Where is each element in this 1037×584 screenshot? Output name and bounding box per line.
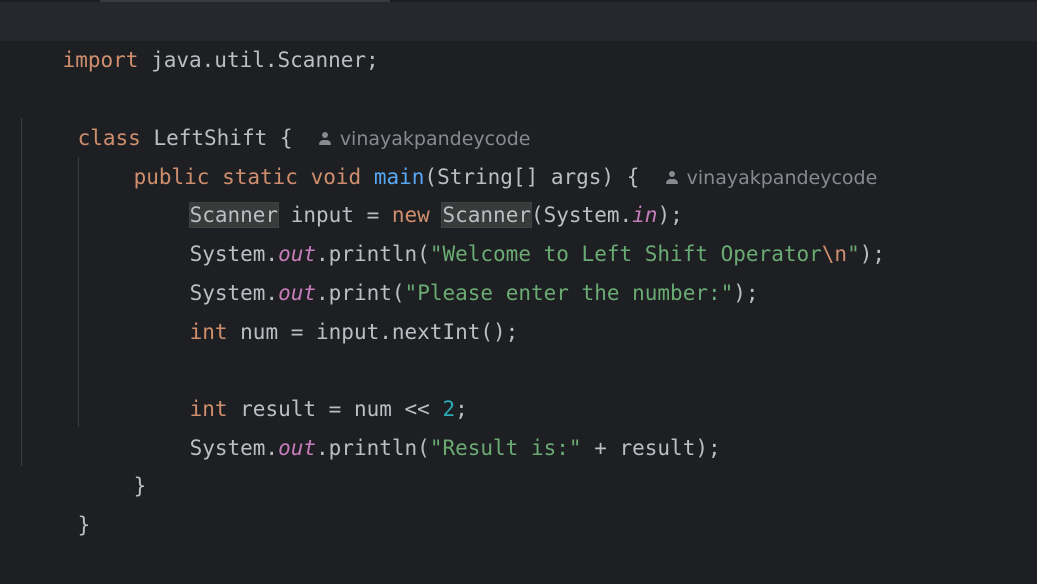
code-line-1[interactable]: import java.util.Scanner; [0, 2, 1037, 72]
code-line-13[interactable]: } [27, 467, 91, 537]
code-editor[interactable]: import java.util.Scanner; class LeftShif… [0, 0, 1037, 537]
code-line-3[interactable]: class LeftShift { vinayakpandeycode [27, 80, 531, 150]
closing-brace: } [77, 513, 91, 537]
closing-brace: } [133, 474, 147, 498]
author-inlay-method[interactable]: vinayakpandeycode [665, 159, 878, 198]
escape-sequence: \n [821, 242, 848, 266]
keyword-import: import [62, 48, 139, 72]
field-out: out [278, 436, 317, 460]
string-close: " [847, 242, 860, 266]
statement-end: + result); [581, 436, 721, 460]
statement-end: ); [859, 242, 886, 266]
code-line-8[interactable]: int num = input.nextInt(); [139, 274, 519, 344]
code-line-4[interactable]: public static void main(String[] args) {… [83, 119, 878, 189]
code-line-10[interactable]: int result = num << 2; [139, 351, 468, 421]
import-path: java.util.Scanner; [138, 48, 379, 72]
statement: num = input.nextInt(); [227, 320, 519, 344]
statement-end: ); [733, 281, 759, 305]
code-line-5[interactable]: Scanner input = new Scanner(System.in); [139, 157, 683, 227]
code-line-7[interactable]: System.out.print("Please enter the numbe… [139, 235, 759, 305]
indent-guide [78, 157, 79, 427]
code-line-11[interactable]: System.out.println("Result is:" + result… [139, 390, 721, 460]
string-literal: "Result is:" [429, 436, 582, 460]
code-line-6[interactable]: System.out.println("Welcome to Left Shif… [139, 196, 885, 266]
method-call: .println( [316, 436, 430, 460]
author-name: vinayakpandeycode [686, 167, 878, 189]
system-ref: System. [189, 436, 279, 460]
keyword-int: int [189, 320, 228, 344]
indent-guide [21, 118, 22, 466]
code-line-12[interactable]: } [83, 428, 147, 498]
